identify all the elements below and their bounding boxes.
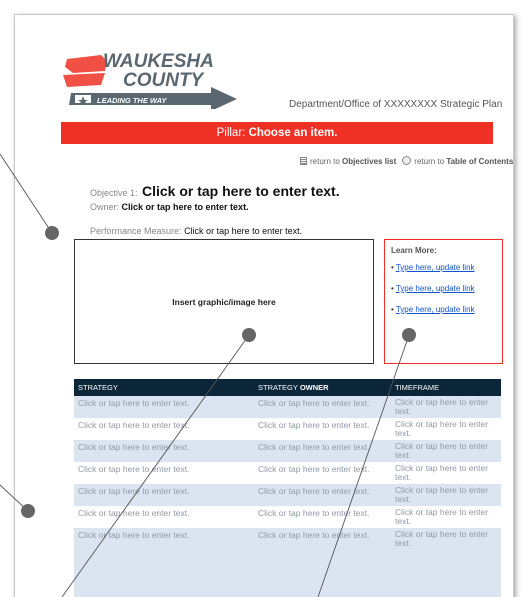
owner-cell[interactable]: Click or tap here to enter text. (254, 418, 391, 440)
strategy-cell[interactable]: Click or tap here to enter text. (74, 506, 254, 528)
strategy-cell[interactable]: Click or tap here to enter text. (74, 484, 254, 506)
table-row: Click or tap here to enter text. Click o… (74, 396, 501, 418)
timeframe-cell[interactable]: Click or tap here to enter text. (391, 418, 501, 440)
table-header: STRATEGY STRATEGY OWNER TIMEFRAME (74, 379, 501, 396)
return-prefix-1: return to (310, 157, 340, 166)
owner-cell[interactable]: Click or tap here to enter text. (254, 528, 391, 550)
objective-line: Objective 1: Click or tap here to enter … (90, 183, 340, 201)
timeframe-cell[interactable]: Click or tap here to enter text. (391, 506, 501, 528)
performance-measure-line: Performance Measure: Click or tap here t… (90, 226, 302, 236)
performance-measure-label: Performance Measure: (90, 226, 182, 236)
timeframe-cell[interactable]: Click or tap here to enter text. (391, 396, 501, 418)
table-row: Click or tap here to enter text. Click o… (74, 418, 501, 440)
header-timeframe: TIMEFRAME (395, 383, 440, 392)
table-row: Click or tap here to enter text. Click o… (74, 484, 501, 506)
strategy-cell[interactable]: Click or tap here to enter text. (74, 462, 254, 484)
document-page: WAUKESHA COUNTY LEADING THE WAY Departme… (14, 14, 514, 597)
timeframe-cell[interactable]: Click or tap here to enter text. (391, 462, 501, 484)
header-strategy-owner: STRATEGY OWNER (258, 383, 329, 392)
owner-cell[interactable]: Click or tap here to enter text. (254, 462, 391, 484)
owner-cell[interactable]: Click or tap here to enter text. (254, 396, 391, 418)
graphic-placeholder[interactable]: Insert graphic/image here (74, 239, 374, 364)
learn-more-link[interactable]: • Type here, update link (391, 305, 496, 314)
strategy-cell[interactable]: Click or tap here to enter text. (74, 396, 254, 418)
performance-measure-field[interactable]: Click or tap here to enter text. (184, 226, 302, 236)
objective-field[interactable]: Click or tap here to enter text. (142, 183, 340, 199)
owner-label: Owner: (90, 202, 120, 212)
table-filler (74, 550, 501, 597)
table-row: Click or tap here to enter text. Click o… (74, 528, 501, 550)
strategy-cell[interactable]: Click or tap here to enter text. (74, 528, 254, 550)
owner-cell[interactable]: Click or tap here to enter text. (254, 484, 391, 506)
pillar-dropdown[interactable]: Choose an item. (249, 127, 338, 139)
learn-more-title: Learn More: (391, 246, 437, 255)
timeframe-cell[interactable]: Click or tap here to enter text. (391, 528, 501, 550)
logo-line2: COUNTY (123, 70, 206, 91)
table-row: Click or tap here to enter text. Click o… (74, 440, 501, 462)
learn-more-link[interactable]: • Type here, update link (391, 284, 496, 293)
timeframe-cell[interactable]: Click or tap here to enter text. (391, 440, 501, 462)
logo-line1: WAUKESHA (103, 51, 214, 72)
learn-more-box: Learn More: • Type here, update link • Typ… (384, 239, 503, 364)
graphic-placeholder-text: Insert graphic/image here (172, 296, 276, 307)
owner-cell[interactable]: Click or tap here to enter text. (254, 440, 391, 462)
logo-tagline: LEADING THE WAY (97, 96, 167, 105)
owner-line: Owner: Click or tap here to enter text. (90, 202, 249, 212)
waukesha-county-logo: WAUKESHA COUNTY LEADING THE WAY (63, 51, 237, 109)
return-prefix-2: return to (414, 157, 445, 166)
strategy-cell[interactable]: Click or tap here to enter text. (74, 440, 254, 462)
owner-cell[interactable]: Click or tap here to enter text. (254, 506, 391, 528)
table-row: Click or tap here to enter text. Click o… (74, 506, 501, 528)
strategy-table: STRATEGY STRATEGY OWNER TIMEFRAME Click … (74, 379, 501, 597)
return-links: return to Objectives list return to Table… (300, 156, 513, 166)
owner-field[interactable]: Click or tap here to enter text. (122, 202, 249, 212)
department-title: Department/Office of XXXXXXXX Strategic … (289, 99, 503, 110)
table-row: Click or tap here to enter text. Click o… (74, 462, 501, 484)
pillar-bar: Pillar: Choose an item. (61, 122, 493, 144)
objective-label: Objective 1: (90, 188, 138, 198)
learn-more-link[interactable]: • Type here, update link (391, 263, 496, 272)
objectives-list-link[interactable]: Objectives list (342, 157, 396, 166)
timeframe-cell[interactable]: Click or tap here to enter text. (391, 484, 501, 506)
table-of-contents-link[interactable]: Table of Contents (446, 157, 513, 166)
strategy-cell[interactable]: Click or tap here to enter text. (74, 418, 254, 440)
header-strategy: STRATEGY (78, 383, 118, 392)
circle-icon (402, 156, 412, 165)
list-icon (300, 157, 307, 165)
pillar-label: Pillar: (216, 127, 246, 139)
